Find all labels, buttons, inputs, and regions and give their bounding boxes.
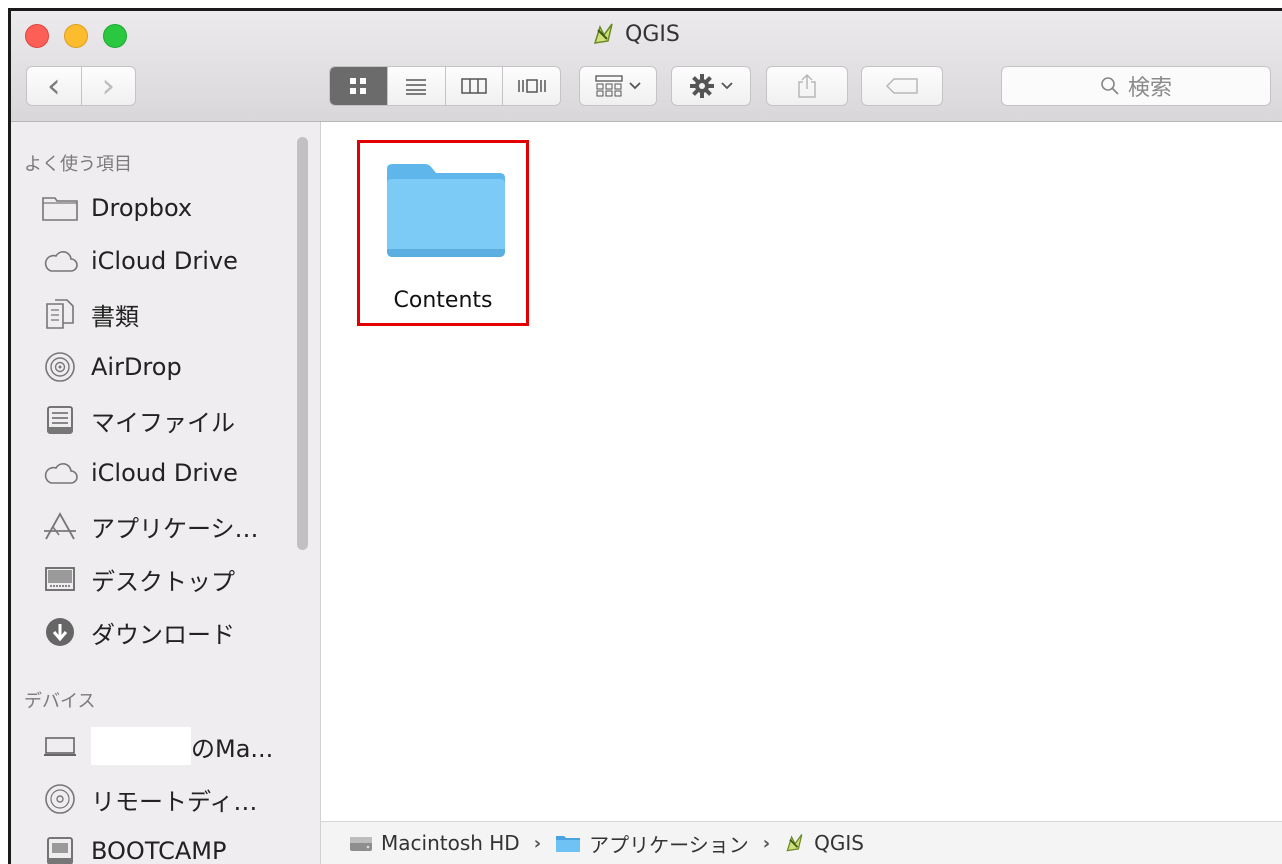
sidebar-item-label: ダウンロード [91,620,235,649]
desktop-icon [41,562,79,596]
action-button[interactable] [671,66,751,106]
sidebar-item-documents[interactable]: 書類 [41,294,301,334]
sidebar-scrollbar[interactable] [297,137,308,550]
list-view-button[interactable] [388,67,446,105]
sidebar-item-label: のMa... [191,734,274,763]
airdrop-icon [41,350,79,384]
path-segment-applications[interactable]: アプリケーション [555,829,749,858]
zoom-button[interactable] [103,24,127,48]
search-icon [1101,77,1119,95]
sidebar: よく使う項目 Dropbox iCloud Drive 書類 AirDrop マ… [11,122,321,864]
sidebar-item-icloud-drive-2[interactable]: iCloud Drive [41,453,301,493]
file-browser: Contents [321,122,1282,822]
back-forward-group: ‹ › [26,66,136,106]
cloud-icon [41,456,79,490]
forward-button[interactable]: › [82,67,136,105]
minimize-button[interactable] [64,24,88,48]
redacted-owner-name [91,727,191,765]
path-separator: › [533,832,542,854]
remote-disc-icon [41,782,79,816]
list-view-icon [406,79,427,95]
column-view-button[interactable] [446,67,504,105]
column-view-icon [461,78,487,94]
back-button[interactable]: ‹ [27,67,82,105]
sidebar-item-icloud-drive[interactable]: iCloud Drive [41,241,301,281]
folder-name: Contents [393,288,493,313]
sidebar-item-label: リモートディ… [91,787,258,816]
sidebar-item-bootcamp[interactable]: BOOTCAMP [41,831,301,864]
sidebar-item-macbook[interactable]: のMa... [41,726,301,766]
sidebar-item-all-my-files[interactable]: マイファイル [41,400,301,440]
sidebar-item-label: BOOTCAMP [91,837,227,864]
devices-header: デバイス [24,691,96,712]
search-placeholder: 検索 [1127,76,1172,101]
chevron-down-icon [629,82,641,90]
cloud-icon [41,244,79,278]
sidebar-item-applications[interactable]: アプリケーシ… [41,506,301,546]
sidebar-item-remote-disc[interactable]: リモートディ… [41,779,301,819]
finder-window: QGIS ‹ › 検索 よく使う項目 Dropbox iCloud Drive … [8,8,1282,864]
sidebar-item-label: 書類 [91,302,139,331]
folder-item-contents[interactable]: Contents [357,140,529,326]
qgis-icon [591,21,617,47]
folder-icon [387,164,505,257]
window-title: QGIS [591,17,680,51]
cover-flow-button[interactable] [503,67,560,105]
tag-icon [885,78,918,94]
downloads-icon [41,615,79,649]
sidebar-item-airdrop[interactable]: AirDrop [41,347,301,387]
arrange-button[interactable] [579,66,657,106]
tag-button[interactable] [861,66,943,106]
view-mode-group [329,66,561,106]
path-segment-label: Macintosh HD [381,831,520,855]
icon-view-icon [350,78,367,94]
gear-icon [690,74,714,98]
sidebar-item-dropbox[interactable]: Dropbox [41,188,301,228]
path-segment-qgis[interactable]: QGIS [784,831,864,855]
folder-icon [556,836,581,852]
share-icon [798,73,816,98]
qgis-icon [786,834,803,852]
arrange-icon [595,75,623,97]
laptop-icon [41,729,79,763]
toolbar: QGIS ‹ › 検索 [11,11,1282,122]
icon-view-button[interactable] [330,67,388,105]
sidebar-item-desktop[interactable]: デスクトップ [41,559,301,599]
all-files-icon [41,403,79,437]
path-segment-label: QGIS [814,831,865,855]
sidebar-item-label: マイファイル [91,408,235,437]
back-icon: ‹ [46,66,61,106]
sidebar-item-label: iCloud Drive [91,247,238,275]
sidebar-item-label: デスクトップ [91,567,235,596]
sidebar-item-label: アプリケーシ… [91,514,259,543]
folder-icon [41,191,79,225]
chevron-down-icon [721,82,733,90]
drive-icon [41,834,79,864]
forward-icon: › [101,66,116,106]
hard-drive-icon [350,837,372,851]
window-title-text: QGIS [625,21,680,47]
path-separator: › [762,832,771,854]
applications-icon [41,509,79,543]
path-segment-label: アプリケーション [589,832,749,857]
share-button[interactable] [766,66,848,106]
sidebar-item-label: AirDrop [91,353,182,381]
path-bar: Macintosh HD › アプリケーション › QGIS [321,821,1282,864]
sidebar-item-label: iCloud Drive [91,459,238,487]
documents-icon [41,297,79,331]
favorites-header: よく使う項目 [24,154,132,175]
search-field[interactable]: 検索 [1001,66,1271,106]
cover-flow-icon [517,79,546,93]
sidebar-item-label: Dropbox [91,194,193,222]
path-segment-macintosh-hd[interactable]: Macintosh HD [349,831,520,855]
close-button[interactable] [25,24,49,48]
sidebar-item-downloads[interactable]: ダウンロード [41,612,301,652]
